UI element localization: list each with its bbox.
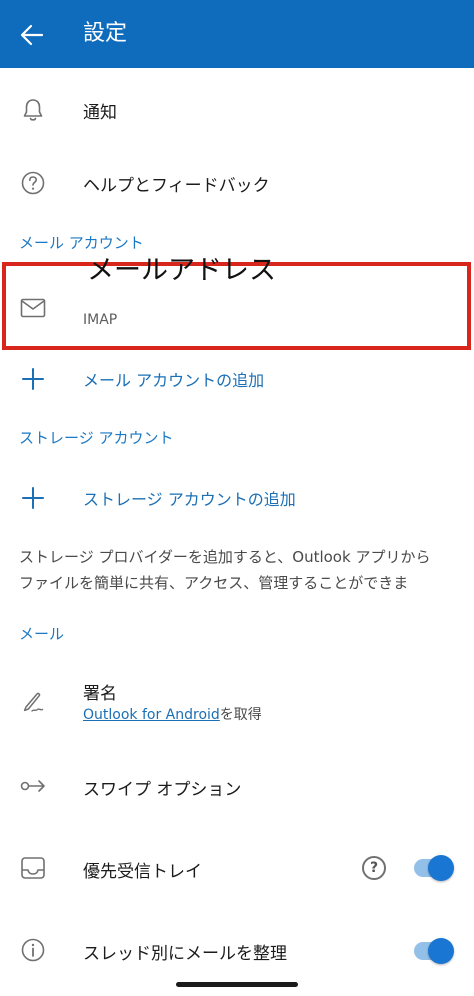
mail-account-type: IMAP [83,312,118,328]
info-icon [17,934,49,966]
help-feedback-label: ヘルプとフィードバック [83,176,270,196]
storage-description-line2: ファイルを簡単に共有、アクセス、管理することができま [19,574,409,592]
plus-icon [17,363,49,395]
settings-item-help-feedback[interactable]: ヘルプとフィードバック [0,146,474,220]
notifications-label: 通知 [83,103,117,123]
storage-description: ストレージ プロバイダーを追加すると、Outlook アプリから ファイルを簡単… [19,544,459,596]
add-storage-account-button[interactable]: ストレージ アカウントの追加 [0,468,474,526]
inbox-icon [17,852,49,884]
swipe-icon [17,770,49,802]
bell-icon [17,94,49,126]
settings-item-focused-inbox[interactable]: 優先受信トレイ [0,830,474,906]
section-header-storage-accounts: ストレージ アカウント [19,429,174,447]
plus-icon [17,482,49,514]
help-circle-icon [17,167,49,199]
signature-subtext: Outlook for Androidを取得 [83,704,262,724]
focused-inbox-help-icon[interactable]: ? [362,856,386,880]
mail-account-name: メールアドレス [87,255,276,286]
app-bar: 設定 [0,0,474,68]
settings-item-swipe-options[interactable]: スワイプ オプション [0,748,474,824]
toggle-knob [428,855,454,881]
swipe-options-label: スワイプ オプション [83,780,242,800]
signature-label: 署名 [83,684,117,704]
mail-icon [17,292,49,324]
signature-icon [17,686,49,718]
add-mail-account-label: メール アカウントの追加 [83,371,265,390]
organize-by-thread-toggle[interactable] [414,938,454,964]
outlook-android-link[interactable]: Outlook for Android [83,707,220,723]
settings-item-organize-by-thread[interactable]: スレッド別にメールを整理 [0,912,474,982]
organize-by-thread-label: スレッド別にメールを整理 [83,944,287,964]
storage-description-line1: ストレージ プロバイダーを追加すると、Outlook アプリから [19,548,431,566]
toggle-knob [428,938,454,964]
page-title: 設定 [83,21,128,46]
add-mail-account-button[interactable]: メール アカウントの追加 [0,352,474,406]
settings-item-notifications[interactable]: 通知 [0,72,474,146]
focused-inbox-toggle[interactable] [414,855,454,881]
arrow-left-icon [20,24,44,46]
focused-inbox-label: 優先受信トレイ [83,862,202,882]
signature-link-suffix: を取得 [219,707,262,723]
back-button[interactable] [14,20,50,50]
add-storage-account-label: ストレージ アカウントの追加 [83,490,296,509]
settings-item-signature[interactable]: 署名 [0,660,474,740]
section-header-mail: メール [19,625,65,643]
home-indicator [176,982,298,987]
